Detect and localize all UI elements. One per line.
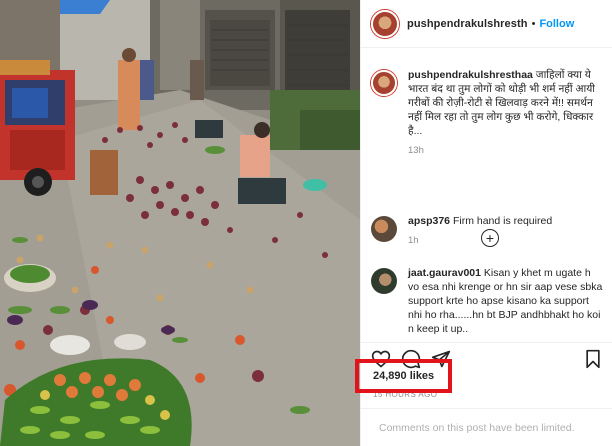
author-avatar[interactable] [371,9,399,38]
commenter-avatar[interactable] [371,70,397,96]
comment-username[interactable]: apsp376 [408,215,450,227]
post-timestamp[interactable]: 15 HOURS AGO [373,390,437,399]
comments-list[interactable]: pushpendrakulshresthaa जाहिलों क्या ये भ… [361,56,612,346]
comment-username[interactable]: pushpendrakulshresthaa [408,69,533,81]
comment-text: Firm hand is required [452,215,553,227]
header-separator: • [531,17,536,30]
comment-username[interactable]: jaat.gaurav001 [408,267,481,279]
comment-time[interactable]: 13h [408,144,604,158]
follow-button[interactable]: Follow [539,18,574,30]
paper-plane-icon[interactable] [431,349,451,369]
comment-icon[interactable] [401,349,421,369]
post-header: pushpendrakulshresth • Follow [361,0,612,48]
caption-comment: pushpendrakulshresthaa जाहिलों क्या ये भ… [371,68,607,158]
post-photo[interactable] [0,0,360,446]
comment-time[interactable]: 1h [408,234,604,248]
comment-item: apsp376 Firm hand is required 1h [371,214,607,248]
author-username[interactable]: pushpendrakulshresth [407,18,528,30]
heart-icon[interactable] [371,349,391,369]
likes-count[interactable]: 24,890 likes [373,370,434,382]
commenter-avatar[interactable] [371,268,397,294]
market-street-scene [0,0,360,446]
commenter-avatar[interactable] [371,216,397,242]
post-sidebar: pushpendrakulshresth • Follow pushpendra… [360,0,612,446]
bookmark-icon[interactable] [583,349,603,369]
comments-limited-notice: Comments on this post have been limited. [361,408,612,446]
comment-item: jaat.gaurav001 Kisan y khet m ugate h vo… [371,266,607,336]
post-actions-bar [361,342,612,372]
